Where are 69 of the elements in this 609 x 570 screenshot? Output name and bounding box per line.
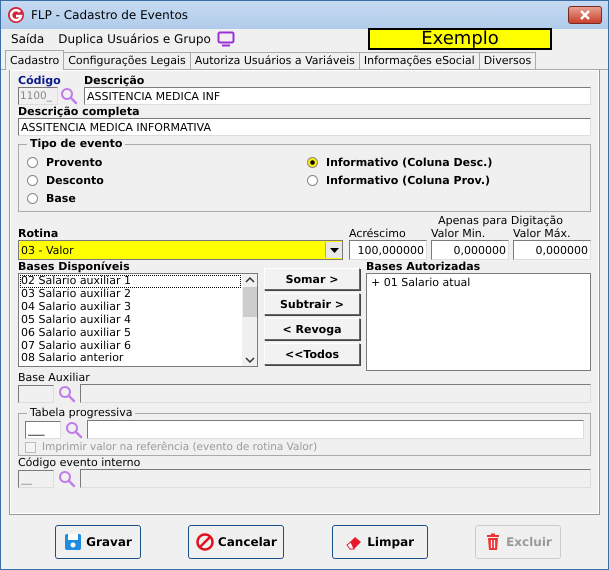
dropdown[interactable]: 03 - Valor [18,240,343,260]
field-label: Descrição [84,74,146,87]
list-label: Bases Autorizadas [366,260,482,273]
search-icon[interactable] [65,420,83,438]
radio-button[interactable] [27,192,38,204]
group-title: Tipo de evento [27,137,126,150]
list-item[interactable]: 02 Salario auxiliar 1 [20,275,241,288]
text-field[interactable]: ASSITENCIA MEDICA INF [84,87,591,105]
close-button[interactable] [568,6,602,24]
tab[interactable]: Informações eSocial [358,52,480,69]
search-icon[interactable] [60,87,78,105]
radio-button[interactable] [27,174,38,186]
helper-text: Apenas para Digitação [438,214,563,227]
list-label: Bases Disponíveis [18,260,131,273]
tab[interactable]: Cadastro [5,50,64,70]
example-banner: Exemplo [368,28,552,50]
group-title: Tabela progressiva [27,406,136,419]
button[interactable]: Gravar [55,525,141,559]
search-icon[interactable] [58,470,76,488]
field-label: Acréscimo [349,227,407,240]
text-field[interactable]: ASSITENCIA MEDICA INFORMATIVA [18,118,591,136]
transfer-button[interactable]: <<Todos [264,343,360,365]
menu-item[interactable]: Saída [11,32,44,46]
transfer-button[interactable]: < Revoga [264,318,360,340]
field-label: Valor Máx. [513,227,572,240]
radio-label[interactable]: Informativo (Coluna Desc.) [326,156,492,168]
list-item[interactable]: 06 Salario auxiliar 5 [20,326,241,340]
close-icon [579,10,591,20]
number-field[interactable]: 100,000000 [349,240,427,260]
menu-item[interactable]: Duplica Usuários e Grupo [58,32,211,46]
list-item[interactable]: 08 Salario anterior [20,352,241,366]
radio-button[interactable] [307,174,318,186]
app-logo-icon [7,6,25,24]
scroll-down-icon [244,357,254,363]
number-field[interactable]: 0,000000 [431,240,509,260]
scroll-up-icon [244,277,254,283]
scrollbar[interactable] [242,274,257,366]
scroll-thumb[interactable] [242,287,256,317]
field-label: Código [18,74,62,87]
radio-button[interactable] [307,156,318,168]
radio-button[interactable] [27,156,38,168]
list-item[interactable]: 07 Salario auxiliar 6 [20,340,241,352]
caret-icon [330,248,338,252]
list-item[interactable]: 03 Salario auxiliar 2 [20,288,241,301]
radio-label[interactable]: Provento [46,156,102,168]
button[interactable]: Limpar [332,525,428,559]
field-label: Código evento interno [18,456,142,469]
list-item[interactable]: + 01 Salario atual [371,276,586,289]
list-item[interactable]: 05 Salario auxiliar 4 [20,314,241,327]
no-entry-icon [196,533,214,551]
button[interactable]: Cancelar [188,525,284,559]
monitor-icon[interactable] [216,31,235,47]
search-icon[interactable] [58,384,76,402]
field-label: Descrição completa [18,105,141,118]
radio-label[interactable]: Base [46,192,76,204]
field-label: Rotina [18,227,60,240]
code-field[interactable]: ___ [25,420,61,438]
tab[interactable]: Diversos [478,52,536,69]
text-field[interactable] [87,420,584,439]
radio-label[interactable]: Informativo (Coluna Prov.) [326,174,490,186]
field-label: Base Auxiliar [18,371,91,384]
window-title: FLP - Cadastro de Eventos [31,8,190,22]
transfer-button[interactable]: Somar > [264,268,360,290]
tab[interactable]: Configurações Legais [63,52,191,69]
transfer-button[interactable]: Subtrair > [264,293,360,315]
list-item[interactable]: 04 Salario auxiliar 3 [20,300,241,314]
number-field[interactable]: 0,000000 [513,240,591,260]
radio-label[interactable]: Desconto [46,174,104,186]
field-label: Valor Min. [431,227,486,240]
